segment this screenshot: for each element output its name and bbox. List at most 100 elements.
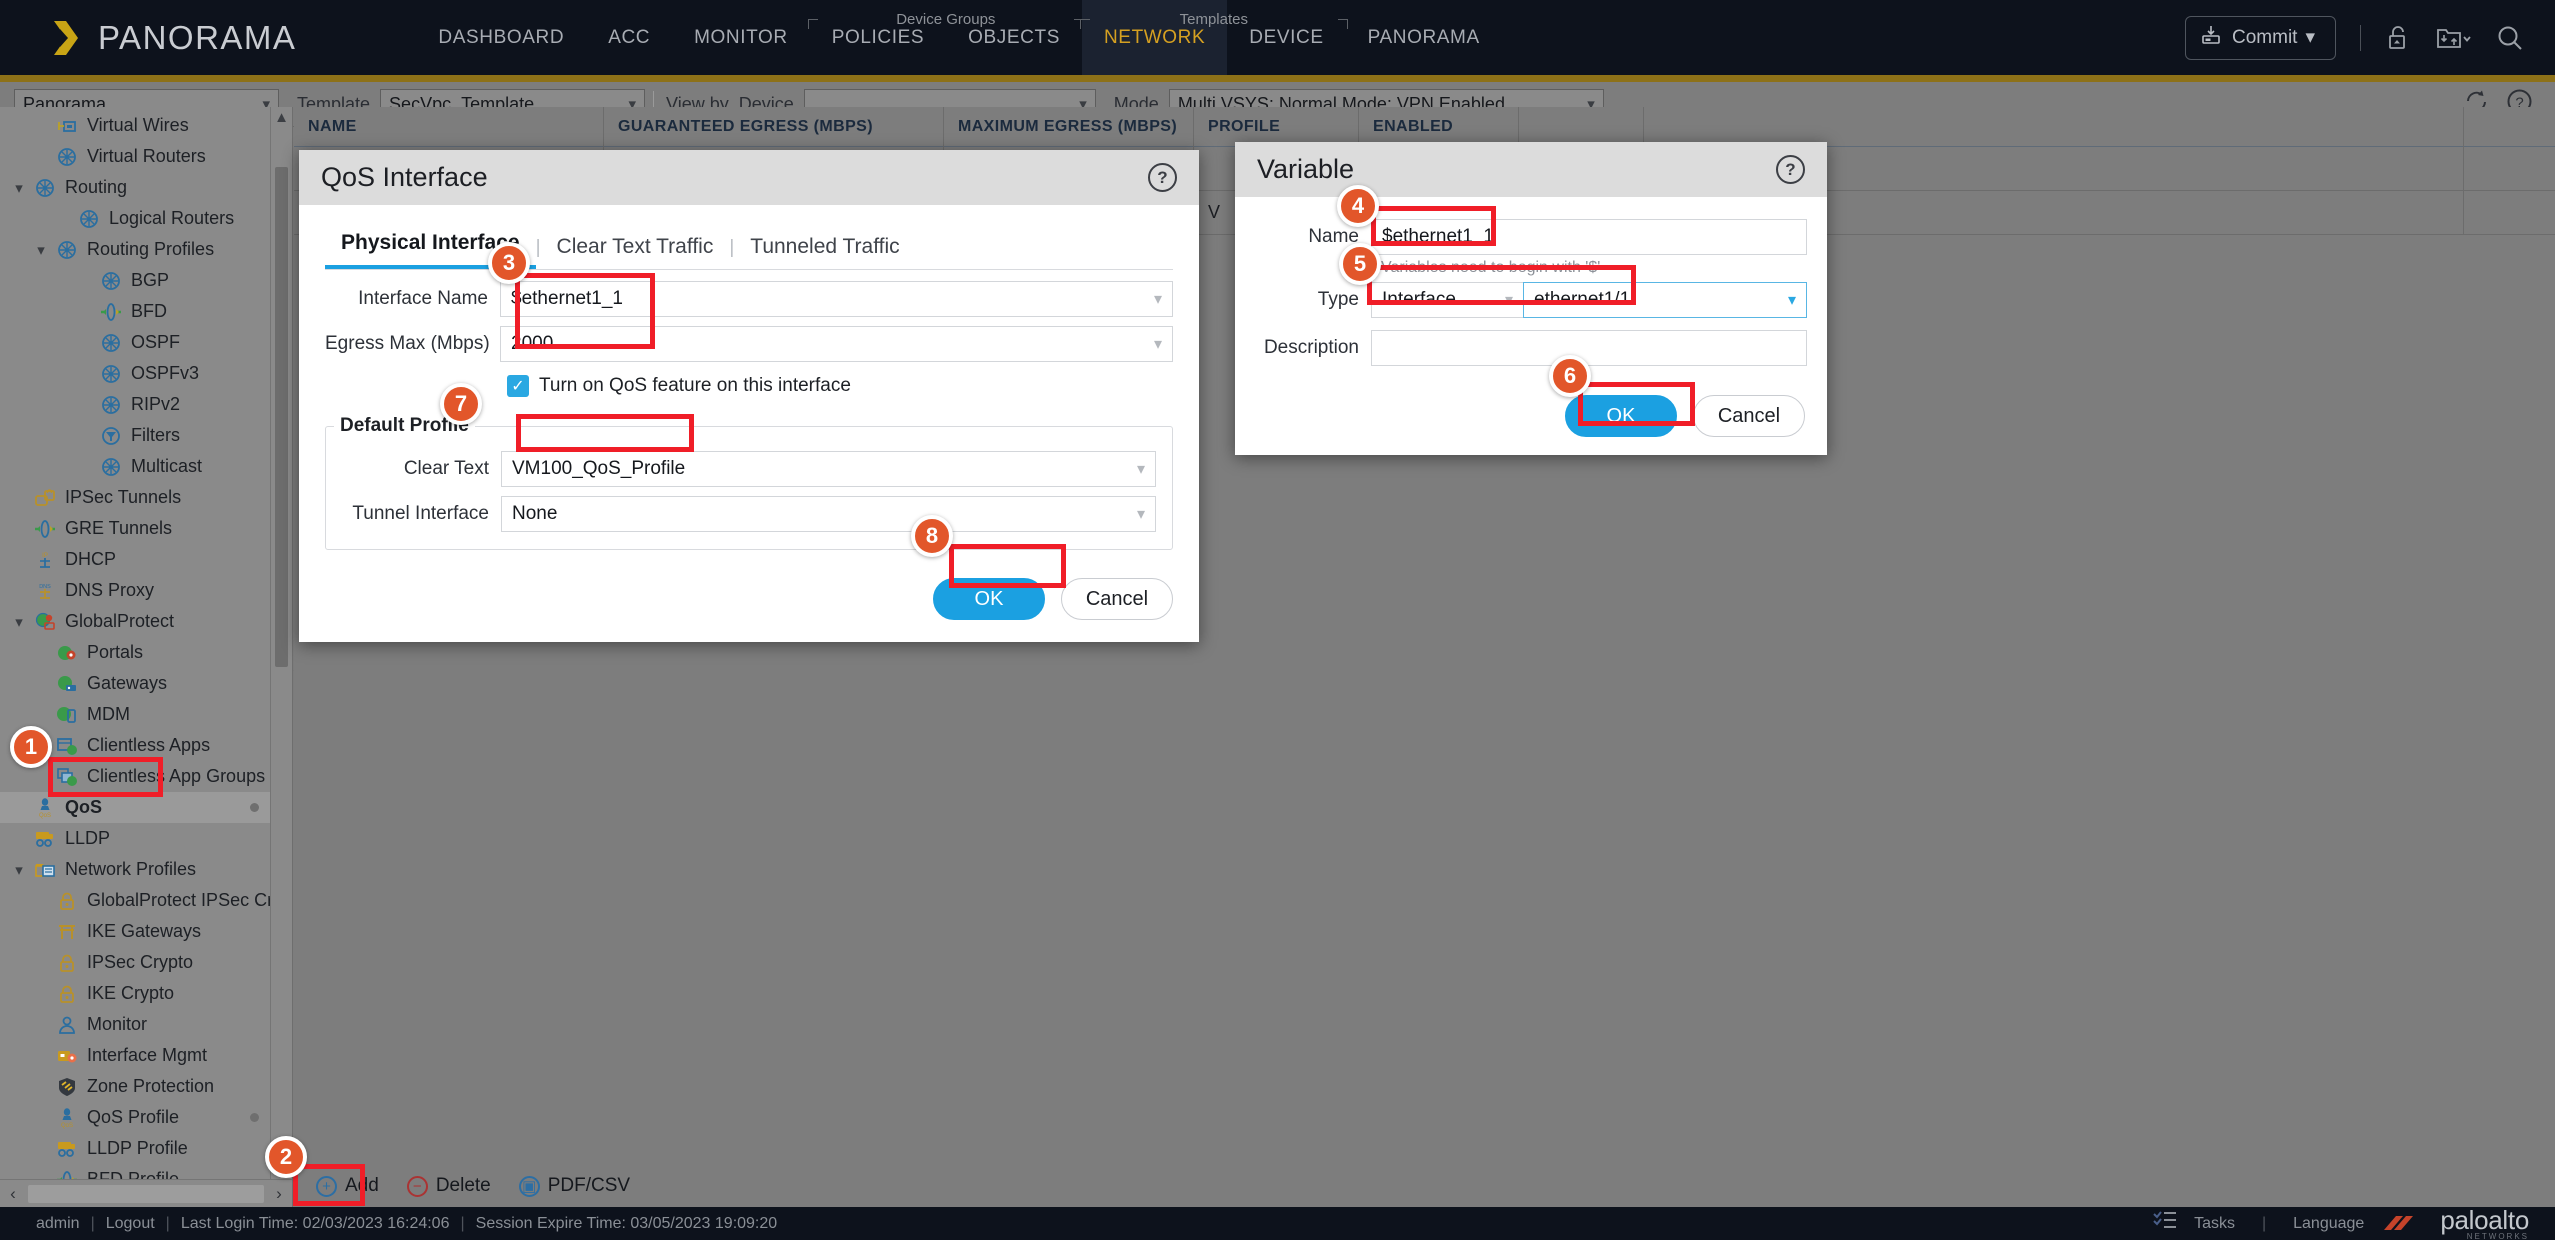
chevron-down-icon[interactable]: ▾ (6, 613, 32, 631)
sidebar-item-qos-profile[interactable]: QoS QoS Profile (0, 1102, 292, 1133)
sidebar-item-portals[interactable]: Portals (0, 637, 292, 668)
virtual-wire-icon (54, 115, 80, 137)
chevron-down-icon[interactable]: ▾ (28, 241, 54, 259)
column-header-enabled[interactable]: ENABLED (1359, 106, 1519, 147)
column-header-blank[interactable] (1519, 106, 1644, 147)
variable-type-select[interactable]: Interface ▾ (1371, 282, 1523, 318)
sidebar-item-multicast[interactable]: Multicast (0, 451, 292, 482)
sidebar-item-network-profiles[interactable]: ▾ Network Profiles (0, 854, 292, 885)
sidebar-item-bgp[interactable]: BGP (0, 265, 292, 296)
status-right-area: Tasks | Language paloalto NETWORKS (2152, 1207, 2529, 1240)
left-sidebar-tree[interactable]: Virtual Wires Virtual Routers ▾ Routing Logi… (0, 107, 293, 1207)
sidebar-vertical-scrollbar[interactable]: ▲ ▼ (270, 107, 292, 1179)
turn-on-qos-checkbox[interactable]: ✓ (507, 375, 529, 397)
sidebar-item-label: OSPFv3 (131, 363, 200, 383)
variable-dialog-titlebar: Variable ? (1235, 142, 1827, 197)
nav-acc[interactable]: ACC (586, 0, 672, 75)
tab-clear-text-traffic[interactable]: Clear Text Traffic (541, 229, 730, 269)
sidebar-item-ospfv3[interactable]: OSPFv3 (0, 358, 292, 389)
sidebar-item-label: LLDP Profile (87, 1138, 188, 1158)
top-navigation-bar: PANORAMA DASHBOARD ACC MONITOR Device Gr… (0, 0, 2555, 75)
logout-link[interactable]: Logout (106, 1215, 155, 1233)
sidebar-item-dns-proxy[interactable]: DNS DNS Proxy (0, 575, 292, 606)
sidebar-item-clientless-app-groups[interactable]: Clientless App Groups (0, 761, 292, 792)
language-label[interactable]: Language (2293, 1215, 2364, 1233)
unlock-icon[interactable] (2385, 24, 2411, 52)
interface-name-select[interactable]: $ethernet1_1 ▾ (500, 281, 1173, 317)
sidebar-item-ripv2[interactable]: RIPv2 (0, 389, 292, 420)
router-icon (54, 146, 80, 168)
sidebar-item-label: Virtual Routers (87, 146, 206, 166)
variable-cancel-button[interactable]: Cancel (1693, 395, 1805, 437)
commit-button[interactable]: Commit ▾ (2185, 15, 2336, 60)
sidebar-item-logical-routers[interactable]: Logical Routers (0, 203, 292, 234)
column-header-profile[interactable]: PROFILE (1194, 106, 1359, 147)
delete-button[interactable]: − Delete (395, 1171, 503, 1201)
qos-cancel-button[interactable]: Cancel (1061, 578, 1173, 620)
sidebar-item-mdm[interactable]: MDM (0, 699, 292, 730)
tab-tunneled-traffic[interactable]: Tunneled Traffic (734, 229, 915, 269)
search-icon[interactable] (2495, 23, 2525, 53)
clear-text-select[interactable]: VM100_QoS_Profile ▾ (501, 451, 1156, 487)
sidebar-item-ospf[interactable]: OSPF (0, 327, 292, 358)
sidebar-item-bfd[interactable]: BFD (0, 296, 292, 327)
help-icon[interactable]: ? (1148, 163, 1177, 192)
qos-icon: QoS (54, 1107, 80, 1129)
sidebar-item-lldp-profile[interactable]: LLDP Profile (0, 1133, 292, 1164)
scroll-up-icon[interactable]: ▲ (271, 107, 292, 129)
sidebar-item-ike-gateways[interactable]: IKE Gateways (0, 916, 292, 947)
variable-dialog-body: Name Variables need to begin with '$' Ty… (1235, 197, 1827, 455)
add-button[interactable]: + Add (304, 1171, 391, 1201)
column-header-blank[interactable] (1644, 106, 2464, 147)
chevron-down-icon: ▾ (2305, 27, 2315, 48)
sidebar-item-gateways[interactable]: Gateways (0, 668, 292, 699)
column-header-name[interactable]: NAME (294, 106, 604, 147)
pdf-csv-button[interactable]: ▣ PDF/CSV (507, 1171, 642, 1201)
scroll-left-icon[interactable]: ‹ (0, 1184, 26, 1204)
nav-group-device-groups: Device Groups POLICIES OBJECTS (807, 0, 1085, 75)
chevron-down-icon[interactable]: ▾ (6, 861, 32, 879)
sidebar-item-virtual-routers[interactable]: Virtual Routers (0, 141, 292, 172)
variable-description-input[interactable] (1371, 330, 1807, 366)
sidebar-item-globalprotect-ipsec-cry[interactable]: GlobalProtect IPSec Cry (0, 885, 292, 916)
sidebar-item-globalprotect[interactable]: ▾ GlobalProtect (0, 606, 292, 637)
egress-max-select[interactable]: 2000 ▾ (500, 326, 1173, 362)
sidebar-item-dhcp[interactable]: IP DHCP (0, 544, 292, 575)
sidebar-item-qos[interactable]: QoS QoS (0, 792, 292, 823)
nav-monitor[interactable]: MONITOR (672, 0, 810, 75)
tasks-icon[interactable] (2152, 1210, 2178, 1237)
router-icon (76, 208, 102, 230)
annotation-badge-7: 7 (440, 383, 482, 425)
sidebar-item-ipsec-crypto[interactable]: IPSec Crypto (0, 947, 292, 978)
sidebar-hscroll-thumb[interactable] (28, 1184, 264, 1203)
tunnel-interface-select[interactable]: None ▾ (501, 496, 1156, 532)
column-header-maximum-egress-mbps[interactable]: MAXIMUM EGRESS (MBPS) (944, 106, 1194, 147)
chevron-down-icon[interactable]: ▾ (6, 179, 32, 197)
sidebar-item-zone-protection[interactable]: Zone Protection (0, 1071, 292, 1102)
sidebar-item-interface-mgmt[interactable]: Interface Mgmt (0, 1040, 292, 1071)
sidebar-item-routing-profiles[interactable]: ▾ Routing Profiles (0, 234, 292, 265)
qos-ok-button[interactable]: OK (933, 578, 1045, 620)
sidebar-item-gre-tunnels[interactable]: GRE Tunnels (0, 513, 292, 544)
sidebar-item-filters[interactable]: Filters (0, 420, 292, 451)
sidebar-item-routing[interactable]: ▾ Routing (0, 172, 292, 203)
sidebar-item-label: Portals (87, 642, 144, 662)
sidebar-item-monitor[interactable]: Monitor (0, 1009, 292, 1040)
nav-panorama[interactable]: PANORAMA (1346, 0, 1502, 75)
variable-name-input[interactable] (1371, 219, 1807, 255)
gold-accent-bar (0, 75, 2555, 82)
sidebar-item-virtual-wires[interactable]: Virtual Wires (0, 110, 292, 141)
variable-ok-button[interactable]: OK (1565, 395, 1677, 437)
sidebar-item-ipsec-tunnels[interactable]: IPSec Tunnels (0, 482, 292, 513)
sidebar-item-lldp[interactable]: LLDP (0, 823, 292, 854)
nav-dashboard[interactable]: DASHBOARD (416, 0, 586, 75)
tasks-label[interactable]: Tasks (2194, 1215, 2235, 1233)
sidebar-scroll-thumb[interactable] (275, 167, 288, 667)
variable-type-detail-select[interactable]: ethernet1/1 ▾ (1523, 282, 1807, 318)
sidebar-item-ike-crypto[interactable]: IKE Crypto (0, 978, 292, 1009)
help-icon[interactable]: ? (1776, 155, 1805, 184)
scroll-right-icon[interactable]: › (266, 1184, 292, 1204)
sidebar-horizontal-scrollbar[interactable]: ‹ › (0, 1179, 292, 1207)
config-folder-icon[interactable] (2435, 24, 2471, 52)
column-header-guaranteed-egress-mbps[interactable]: GUARANTEED EGRESS (MBPS) (604, 106, 944, 147)
